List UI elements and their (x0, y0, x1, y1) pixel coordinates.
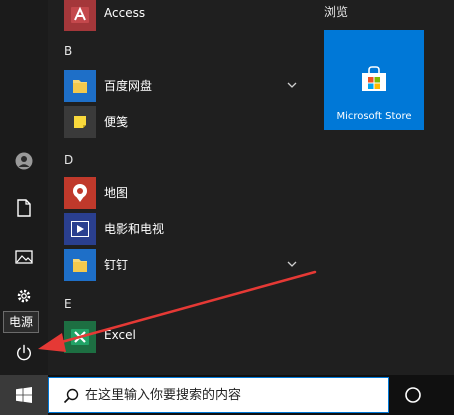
app-item-baidu-netdisk[interactable]: 百度网盘 (64, 68, 304, 104)
store-bag-icon (362, 66, 386, 91)
user-avatar-icon (15, 152, 33, 170)
group-header-e[interactable]: E (64, 297, 72, 311)
app-label: 百度网盘 (104, 79, 153, 93)
app-label: 便笺 (104, 115, 129, 129)
app-label: 钉钉 (104, 258, 129, 272)
access-icon (64, 0, 96, 31)
tile-label: Microsoft Store (336, 111, 412, 122)
search-input[interactable] (85, 378, 381, 412)
taskbar-search-box[interactable] (48, 377, 389, 413)
sticky-notes-icon (64, 106, 96, 138)
chevron-down-icon[interactable] (286, 258, 298, 270)
documents-button[interactable] (0, 188, 48, 228)
app-label: 地图 (104, 186, 129, 200)
app-item-sticky-notes[interactable]: 便笺 (64, 104, 304, 140)
document-icon (17, 199, 31, 217)
start-button[interactable] (0, 375, 48, 415)
group-header-d[interactable]: D (64, 153, 73, 167)
app-item-access[interactable]: Access (64, 0, 304, 33)
group-header-b[interactable]: B (64, 44, 72, 58)
power-button[interactable] (0, 333, 48, 373)
app-list: Access B 百度网盘 便笺 D 地图 电影和电视 钉钉 E Excel (48, 0, 310, 375)
settings-button[interactable] (0, 284, 48, 308)
folder-icon (64, 70, 96, 102)
app-item-excel[interactable]: Excel (64, 319, 304, 355)
power-icon (17, 344, 31, 361)
search-icon (63, 388, 79, 404)
user-account-button[interactable] (0, 141, 48, 181)
cortana-icon (405, 387, 421, 403)
excel-icon (64, 321, 96, 353)
pictures-button[interactable] (0, 237, 48, 277)
app-item-movies-tv[interactable]: 电影和电视 (64, 211, 304, 247)
app-label: 电影和电视 (104, 222, 165, 236)
app-label: Excel (104, 328, 136, 342)
microsoft-store-tile[interactable]: Microsoft Store (324, 30, 424, 130)
windows-logo-icon (16, 387, 32, 403)
chevron-down-icon[interactable] (286, 79, 298, 91)
tile-section-title: 浏览 (324, 5, 349, 19)
taskbar (0, 375, 454, 415)
tiles-area: 浏览 Microsoft Store (310, 0, 454, 375)
cortana-button[interactable] (400, 382, 426, 408)
maps-icon (64, 177, 96, 209)
gear-icon (17, 289, 31, 303)
folder-icon (64, 249, 96, 281)
picture-icon (15, 250, 33, 264)
app-label: Access (104, 6, 146, 20)
power-tooltip: 电源 (3, 311, 40, 333)
app-item-maps[interactable]: 地图 (64, 175, 304, 211)
movies-tv-icon (64, 213, 96, 245)
app-item-dingtalk[interactable]: 钉钉 (64, 247, 304, 283)
